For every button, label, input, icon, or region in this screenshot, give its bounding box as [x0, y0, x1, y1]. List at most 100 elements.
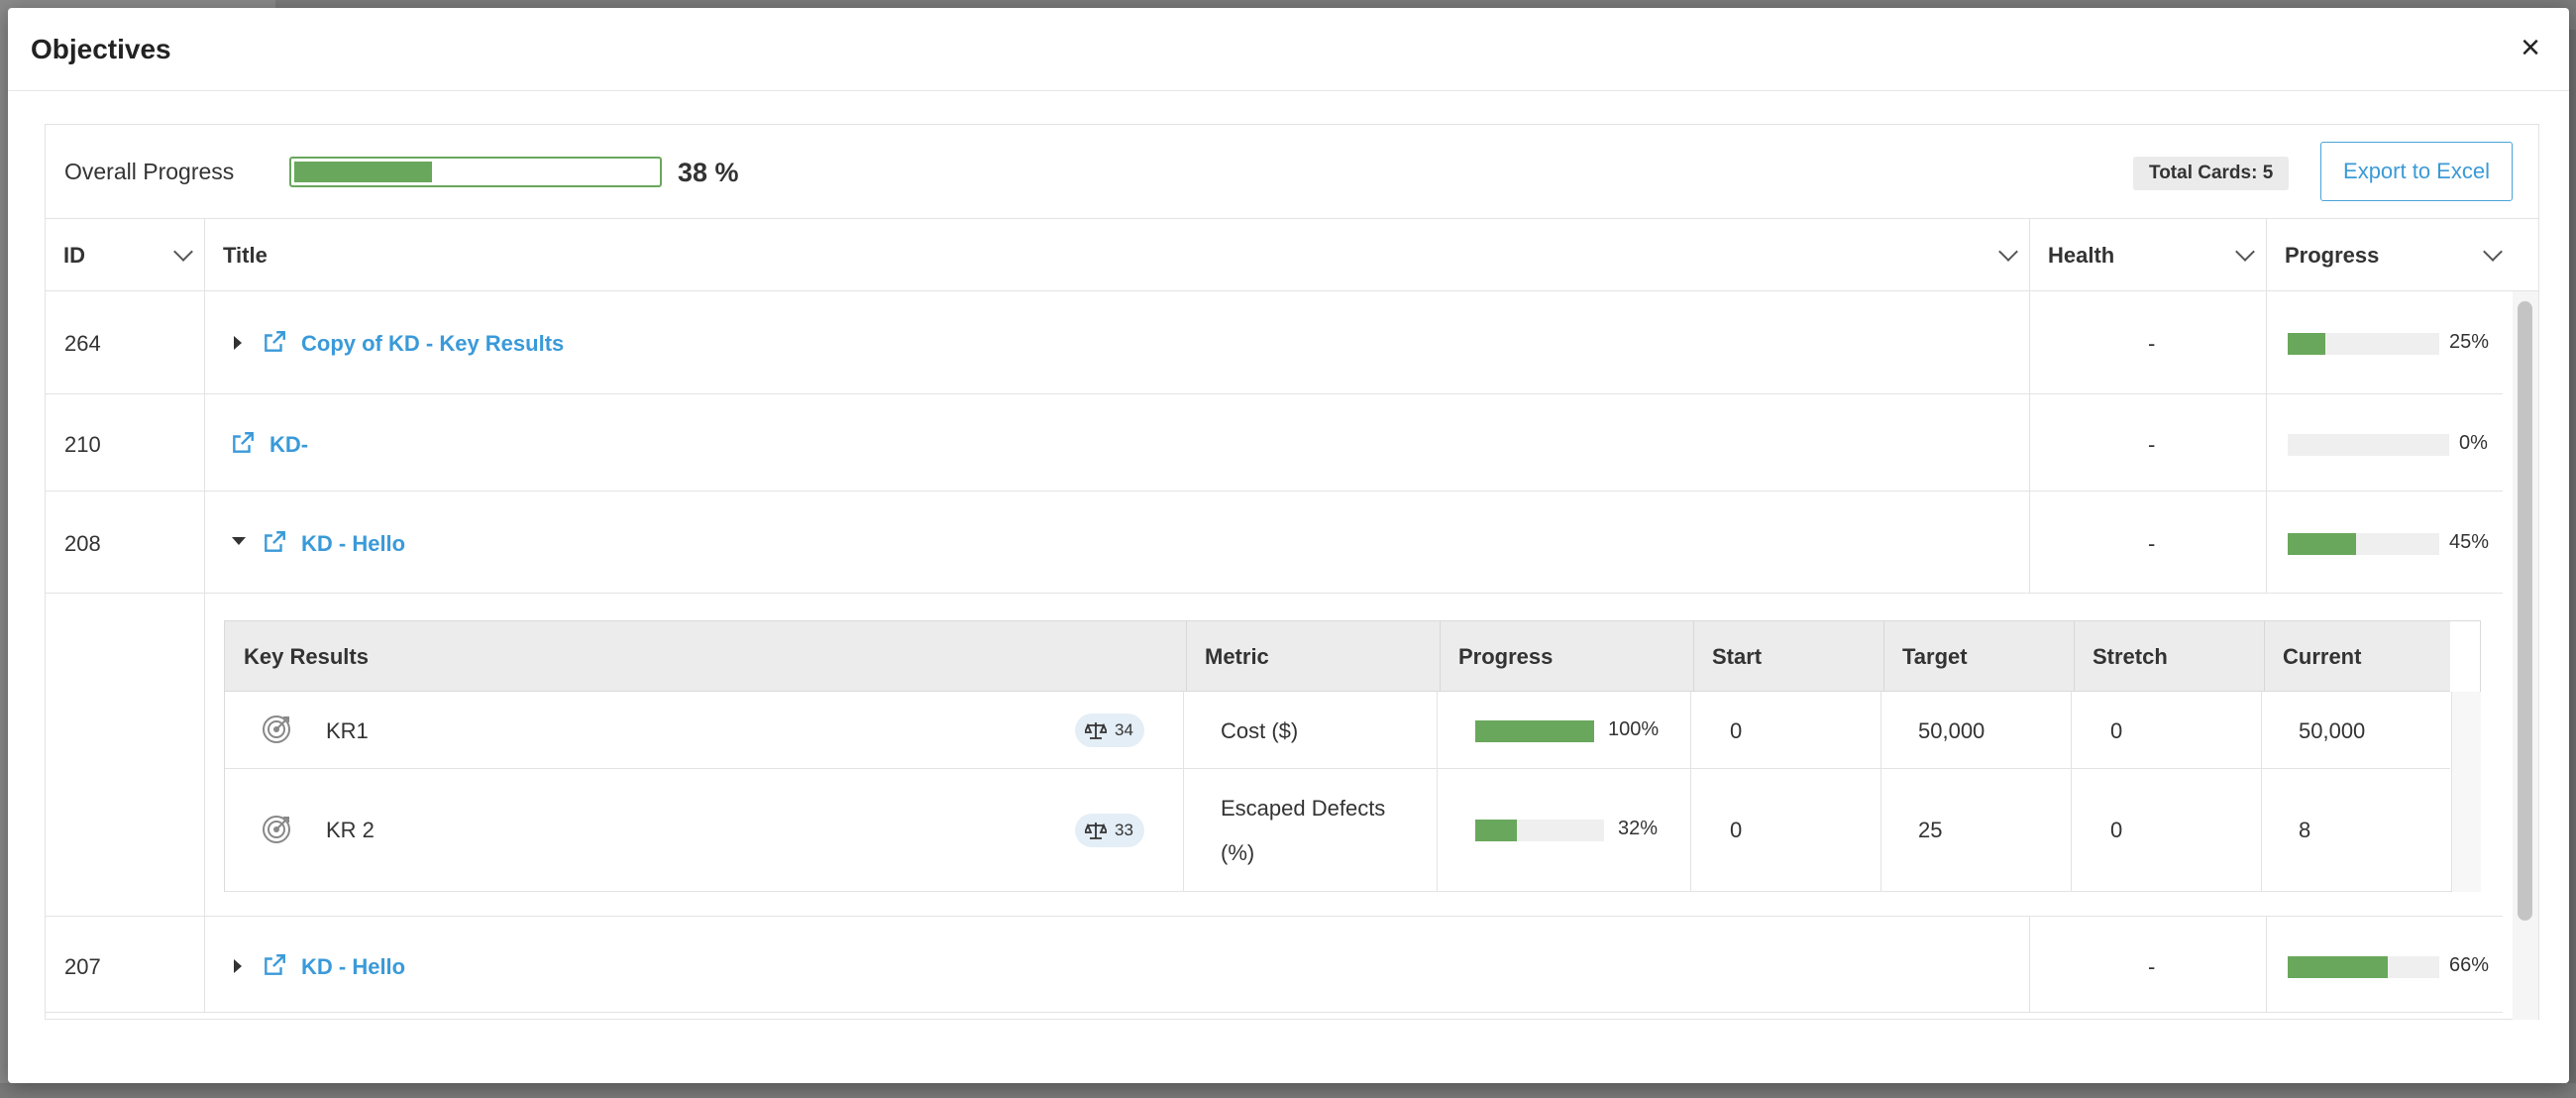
- target-value: 25: [1918, 818, 1943, 842]
- backdrop-footer: [0, 1083, 2576, 1098]
- row-progress-bar: [2288, 533, 2439, 555]
- table-row[interactable]: 207 KD - Hello - 66%: [46, 917, 2503, 1013]
- table-row[interactable]: 264 Copy of KD - Key Results - 25%: [46, 291, 2503, 394]
- modal-header: Objectives ×: [8, 8, 2569, 91]
- external-link-icon[interactable]: [262, 952, 287, 978]
- row-progress-bar: [2288, 956, 2439, 978]
- health-value: -: [2148, 954, 2156, 979]
- kr-progress-fill: [1475, 720, 1594, 742]
- divider: [1880, 769, 1881, 892]
- divider: [2029, 291, 2030, 394]
- expand-caret-icon[interactable]: [234, 959, 242, 973]
- current-value: 50,000: [2299, 718, 2366, 743]
- kr-progress-percent: 32%: [1618, 818, 1659, 839]
- start-value: 0: [1730, 818, 1743, 842]
- key-result-row[interactable]: KR 2 33 Escaped Defects (%) 32% 0 25 0 8: [225, 769, 2450, 892]
- chevron-down-icon[interactable]: [2483, 242, 2503, 262]
- divider: [2029, 492, 2030, 594]
- expand-caret-icon[interactable]: [234, 336, 242, 350]
- export-to-excel-button[interactable]: Export to Excel: [2320, 142, 2513, 201]
- table-scrollbar-thumb[interactable]: [2518, 301, 2532, 921]
- weight-value: 33: [1115, 821, 1133, 839]
- target-icon: [263, 715, 290, 743]
- column-header-health[interactable]: Health: [2030, 219, 2266, 291]
- external-link-icon[interactable]: [262, 329, 287, 355]
- kr-column-stretch: Stretch: [2093, 644, 2168, 669]
- target-icon: [263, 816, 290, 843]
- external-link-icon[interactable]: [262, 529, 287, 555]
- divider: [2264, 621, 2265, 692]
- divider: [1437, 692, 1438, 769]
- kr-column-metric: Metric: [1205, 644, 1269, 669]
- kr-column-name: Key Results: [244, 644, 369, 669]
- row-progress-fill: [2288, 533, 2356, 555]
- divider: [204, 917, 205, 1013]
- divider: [1883, 621, 1884, 692]
- metric-value-line1: Escaped Defects: [1221, 796, 1386, 821]
- row-progress-percent: 25%: [2449, 331, 2490, 353]
- divider: [204, 394, 205, 492]
- stretch-value: 0: [2110, 818, 2123, 842]
- key-result-name[interactable]: KR1: [326, 718, 369, 744]
- collapse-caret-icon[interactable]: [232, 537, 246, 545]
- table-row[interactable]: 208 KD - Hello - 45%: [46, 492, 2503, 594]
- kr-column-start: Start: [1712, 644, 1763, 669]
- row-progress-percent: 66%: [2449, 954, 2490, 976]
- table-row[interactable]: 210 KD- - 0%: [46, 394, 2503, 492]
- scale-icon: [1085, 823, 1107, 839]
- overall-progress-percent: 38 %: [678, 158, 739, 187]
- column-header-progress[interactable]: Progress: [2267, 219, 2539, 291]
- objective-title-link[interactable]: KD-: [269, 432, 308, 458]
- divider: [2266, 394, 2267, 492]
- kr-column-progress: Progress: [1458, 644, 1554, 669]
- divider: [1440, 621, 1441, 692]
- row-id: 208: [64, 531, 101, 556]
- column-header-id[interactable]: ID: [46, 219, 204, 291]
- scale-icon: [1085, 722, 1107, 739]
- key-results-expansion: Key Results Metric Progress Start Target…: [46, 594, 2503, 917]
- divider: [2074, 621, 2075, 692]
- key-results-scrollbar[interactable]: [2451, 692, 2481, 892]
- divider: [2071, 692, 2072, 769]
- row-progress-percent: 0%: [2459, 432, 2488, 454]
- overall-progress-fill: [294, 162, 433, 182]
- weight-badge: 34: [1075, 714, 1144, 747]
- kr-progress-bar: [1475, 820, 1604, 841]
- external-link-icon[interactable]: [230, 430, 256, 456]
- divider: [2261, 692, 2262, 769]
- objectives-modal: Objectives × Overall Progress 38 % Total…: [8, 8, 2569, 1083]
- divider: [2266, 291, 2267, 394]
- weight-badge: 33: [1075, 814, 1144, 847]
- chevron-down-icon[interactable]: [1998, 242, 2018, 262]
- column-header-id-label: ID: [63, 243, 85, 268]
- column-header-title[interactable]: Title: [205, 219, 2029, 291]
- divider: [1690, 692, 1691, 769]
- objective-title-link[interactable]: Copy of KD - Key Results: [301, 331, 564, 357]
- key-results-header: Key Results Metric Progress Start Target…: [225, 621, 2450, 692]
- key-result-name[interactable]: KR 2: [326, 818, 375, 843]
- total-cards-badge: Total Cards: 5: [2133, 157, 2290, 190]
- objective-title-link[interactable]: KD - Hello: [301, 531, 405, 557]
- key-result-row[interactable]: KR1 34 Cost ($) 100% 0 50,000 0 50,000: [225, 692, 2450, 769]
- stretch-value: 0: [2110, 718, 2123, 743]
- current-value: 8: [2299, 818, 2311, 842]
- divider: [1186, 621, 1187, 692]
- divider: [1693, 621, 1694, 692]
- table-body: 264 Copy of KD - Key Results - 25% 210 K…: [46, 291, 2503, 1020]
- kr-column-current: Current: [2283, 644, 2362, 669]
- health-value: -: [2148, 331, 2156, 356]
- health-value: -: [2148, 531, 2156, 556]
- metric-value: Cost ($): [1221, 718, 1299, 743]
- chevron-down-icon[interactable]: [2235, 242, 2255, 262]
- metric-value-line2: (%): [1221, 840, 1255, 865]
- objective-title-link[interactable]: KD - Hello: [301, 954, 405, 980]
- divider: [1183, 769, 1184, 892]
- row-progress-bar: [2288, 434, 2449, 456]
- row-id: 207: [64, 954, 101, 979]
- kr-progress-bar: [1475, 720, 1594, 742]
- kr-progress-fill: [1475, 820, 1517, 841]
- chevron-down-icon[interactable]: [173, 242, 193, 262]
- close-icon[interactable]: ×: [2513, 30, 2548, 65]
- health-value: -: [2148, 432, 2156, 457]
- divider: [204, 291, 205, 394]
